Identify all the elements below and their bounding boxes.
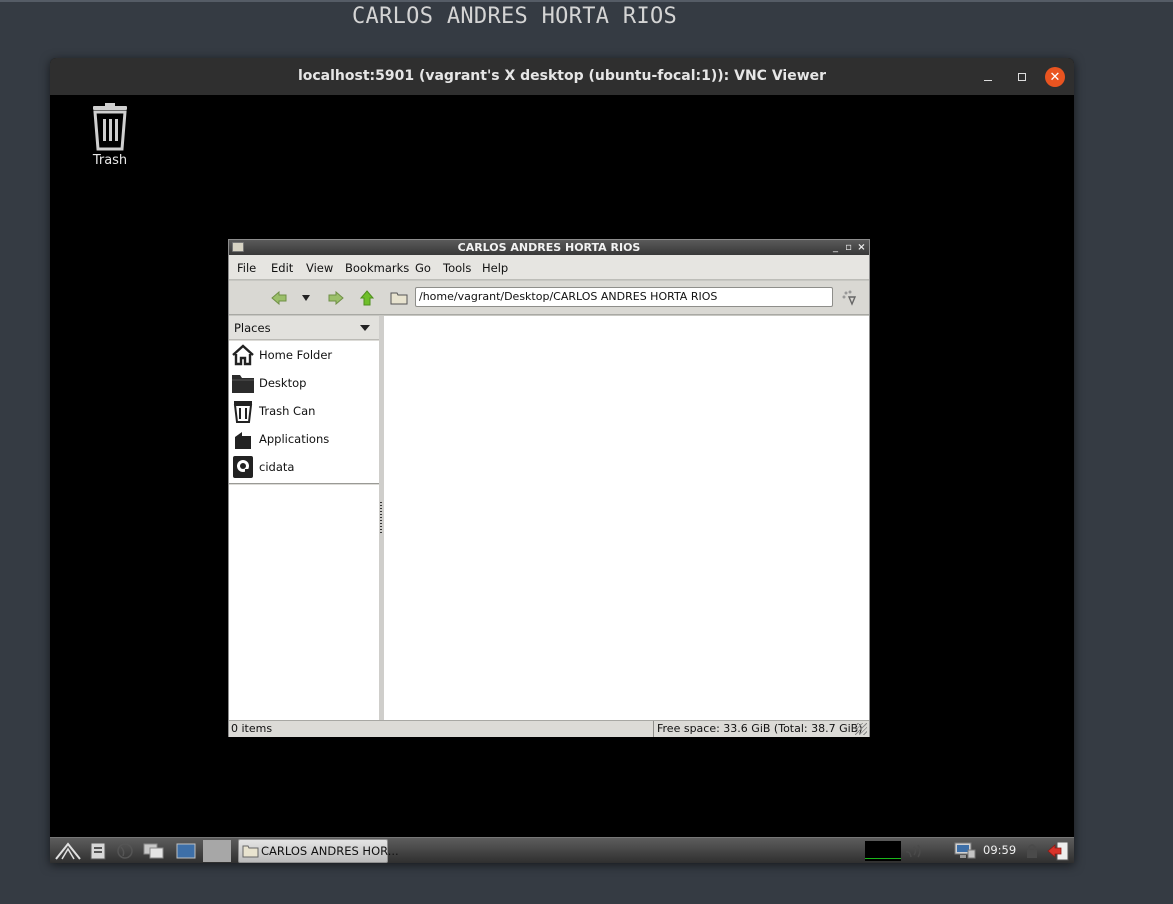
forward-arrow-icon <box>328 291 344 305</box>
places-header: Places <box>234 321 271 335</box>
fm-titlebar[interactable]: CARLOS ANDRES HORTA RIOS _ ▫ × <box>229 240 869 255</box>
desktop-switcher-1[interactable] <box>174 840 198 862</box>
place-label: cidata <box>259 460 295 474</box>
fm-close-button[interactable]: × <box>856 242 867 253</box>
menu-file[interactable]: File <box>237 261 256 275</box>
desktop-icon-label: Trash <box>92 153 128 168</box>
menu-tools[interactable]: Tools <box>443 261 471 275</box>
place-trash-can[interactable]: Trash Can <box>229 397 379 425</box>
chevron-down-icon <box>360 325 370 331</box>
place-applications[interactable]: Applications <box>229 425 379 453</box>
windows-icon <box>143 843 164 859</box>
folder-icon <box>390 292 408 305</box>
folder-button[interactable] <box>388 287 410 309</box>
logout-icon <box>1047 841 1069 861</box>
file-manager-window: CARLOS ANDRES HORTA RIOS _ ▫ × File Edit… <box>228 239 870 737</box>
place-home-folder[interactable]: Home Folder <box>229 341 379 369</box>
go-icon <box>842 290 857 306</box>
window-list-button[interactable] <box>142 840 166 862</box>
place-label: Home Folder <box>259 348 333 362</box>
panel-clock[interactable]: 09:59 <box>983 843 1016 857</box>
lxde-logo-icon <box>55 842 81 860</box>
trash-icon <box>233 401 253 423</box>
applications-icon <box>235 432 251 449</box>
up-button[interactable] <box>356 287 378 309</box>
lock-icon <box>1027 844 1037 858</box>
places-list: Home Folder Desktop Trash Can Applicatio… <box>229 341 379 484</box>
maximize-icon <box>1018 73 1026 81</box>
close-icon: ✕ <box>1049 69 1061 85</box>
trash-icon <box>93 103 127 151</box>
resize-grip-icon[interactable] <box>855 723 867 735</box>
cpu-monitor <box>865 841 901 861</box>
file-manager-launcher[interactable] <box>88 840 108 862</box>
path-input[interactable]: /home/vagrant/Desktop/CARLOS ANDRES HORT… <box>415 287 833 307</box>
place-desktop[interactable]: Desktop <box>229 369 379 397</box>
start-menu-button[interactable] <box>52 840 84 862</box>
file-list-area[interactable] <box>384 316 869 720</box>
menu-bar: File Edit View Bookmarks Go Tools Help <box>229 255 869 280</box>
fm-maximize-button[interactable]: ▫ <box>843 242 854 253</box>
close-button[interactable]: ✕ <box>1045 67 1065 87</box>
vnc-viewer-window: localhost:5901 (vagrant's X desktop (ubu… <box>50 58 1074 863</box>
lock-screen-button[interactable] <box>1024 840 1040 862</box>
globe-icon <box>117 843 133 859</box>
place-cidata[interactable]: cidata <box>229 453 379 481</box>
item-count: 0 items <box>231 722 273 735</box>
workspace-icon <box>203 840 231 862</box>
forward-button[interactable] <box>325 287 347 309</box>
vnc-window-title: localhost:5901 (vagrant's X desktop (ubu… <box>297 68 827 84</box>
taskbar-task-label: CARLOS ANDRES HOR... <box>261 844 399 858</box>
toolbar: /home/vagrant/Desktop/CARLOS ANDRES HORT… <box>229 281 869 315</box>
network-button[interactable] <box>953 840 977 862</box>
minimize-button[interactable] <box>978 67 998 87</box>
menu-view[interactable]: View <box>306 261 333 275</box>
places-selector[interactable]: Places <box>229 316 379 340</box>
places-empty-area <box>229 485 379 720</box>
host-top-strip <box>0 0 1173 2</box>
place-label: Desktop <box>259 376 307 390</box>
home-icon <box>232 344 254 366</box>
browser-launcher[interactable] <box>114 840 136 862</box>
fm-window-title: CARLOS ANDRES HORTA RIOS <box>457 241 641 254</box>
folder-icon <box>232 375 254 393</box>
volume-button[interactable] <box>902 840 926 862</box>
logout-button[interactable] <box>1046 840 1070 862</box>
file-manager-icon <box>90 842 106 860</box>
workspace-icon <box>176 843 196 859</box>
menu-bookmarks[interactable]: Bookmarks <box>345 261 409 275</box>
history-dropdown-icon <box>302 295 310 301</box>
places-sidebar: Places Home Folder Desktop Trash Can App… <box>229 316 379 720</box>
menu-help[interactable]: Help <box>482 261 508 275</box>
place-label: Trash Can <box>259 404 316 418</box>
free-space: Free space: 33.6 GiB (Total: 38.7 GiB) <box>653 721 863 737</box>
vnc-titlebar[interactable]: localhost:5901 (vagrant's X desktop (ubu… <box>50 58 1074 95</box>
go-button[interactable] <box>839 287 861 309</box>
up-arrow-icon <box>360 290 374 306</box>
drive-icon <box>233 456 253 478</box>
minimize-icon <box>984 79 992 81</box>
taskbar-panel: CARLOS ANDRES HOR... 09:59 <box>50 837 1074 863</box>
desktop-switcher-2[interactable] <box>202 840 232 862</box>
splitter-grip-icon <box>380 502 382 534</box>
folder-icon <box>242 845 259 858</box>
desktop-icon-trash[interactable]: Trash <box>80 103 140 168</box>
host-window-title: CARLOS ANDRES HORTA RIOS <box>352 4 678 29</box>
volume-icon <box>905 844 921 858</box>
fm-minimize-button[interactable]: _ <box>830 242 841 253</box>
cpu-usage-line <box>865 858 901 859</box>
remote-desktop: Trash CARLOS ANDRES HORTA RIOS _ ▫ × Fil… <box>50 95 1074 837</box>
menu-edit[interactable]: Edit <box>271 261 293 275</box>
history-dropdown-button[interactable] <box>295 287 317 309</box>
network-icon <box>954 842 976 859</box>
back-arrow-icon <box>271 291 287 305</box>
status-bar: 0 items Free space: 33.6 GiB (Total: 38.… <box>229 720 869 737</box>
place-label: Applications <box>259 432 330 446</box>
menu-go[interactable]: Go <box>415 261 431 275</box>
maximize-button[interactable] <box>1012 67 1032 87</box>
taskbar-task-file-manager[interactable]: CARLOS ANDRES HOR... <box>238 839 399 863</box>
back-button[interactable] <box>268 287 290 309</box>
